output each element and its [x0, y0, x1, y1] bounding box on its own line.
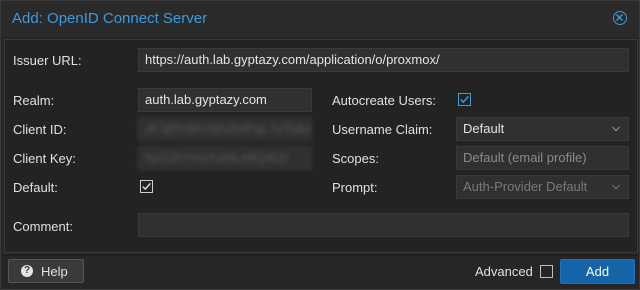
prompt-label: Prompt:: [332, 180, 378, 195]
issuer-url-field[interactable]: https://auth.lab.gyptazy.com/application…: [138, 48, 629, 72]
default-checkbox[interactable]: [140, 180, 153, 193]
add-button[interactable]: Add: [560, 259, 635, 284]
check-icon: [458, 93, 471, 106]
question-circle-icon: ?: [21, 265, 33, 277]
comment-field[interactable]: [138, 213, 629, 237]
close-icon[interactable]: [613, 11, 627, 25]
dialog-title: Add: OpenID Connect Server: [12, 10, 208, 27]
comment-label: Comment:: [13, 219, 73, 234]
scopes-field[interactable]: Default (email profile): [456, 146, 629, 170]
check-icon: [140, 180, 153, 193]
autocreate-users-checkbox[interactable]: [458, 93, 471, 106]
realm-field[interactable]: auth.lab.gyptazy.com: [138, 88, 312, 112]
chevron-down-icon: [612, 126, 620, 132]
realm-label: Realm:: [13, 93, 55, 108]
chevron-down-icon: [612, 184, 620, 190]
advanced-label: Advanced: [475, 264, 533, 279]
client-key-field[interactable]: hpD2kYmvXaNLb8Q4tZr: [138, 146, 312, 170]
footer-divider: [1, 255, 639, 256]
dialog-titlebar: Add: OpenID Connect Server: [1, 1, 639, 37]
username-claim-label: Username Claim:: [332, 122, 433, 137]
prompt-select[interactable]: Auth-Provider Default: [456, 175, 629, 199]
help-button-label: Help: [41, 264, 68, 279]
client-id-field[interactable]: dF3jRn9KcWx2mPqL7vTsBz: [138, 117, 312, 141]
username-claim-select[interactable]: Default: [456, 117, 629, 141]
help-button[interactable]: ? Help: [8, 259, 84, 283]
default-label: Default:: [13, 180, 58, 195]
advanced-checkbox[interactable]: [540, 265, 553, 278]
issuer-url-label: Issuer URL:: [13, 53, 82, 68]
scopes-label: Scopes:: [332, 151, 379, 166]
client-key-label: Client Key:: [13, 151, 76, 166]
autocreate-users-label: Autocreate Users:: [332, 93, 437, 108]
prompt-value: Auth-Provider Default: [463, 179, 588, 194]
client-id-label: Client ID:: [13, 122, 67, 137]
username-claim-value: Default: [463, 121, 505, 136]
openid-server-dialog: Add: OpenID Connect Server Issuer URL: h…: [0, 0, 640, 290]
